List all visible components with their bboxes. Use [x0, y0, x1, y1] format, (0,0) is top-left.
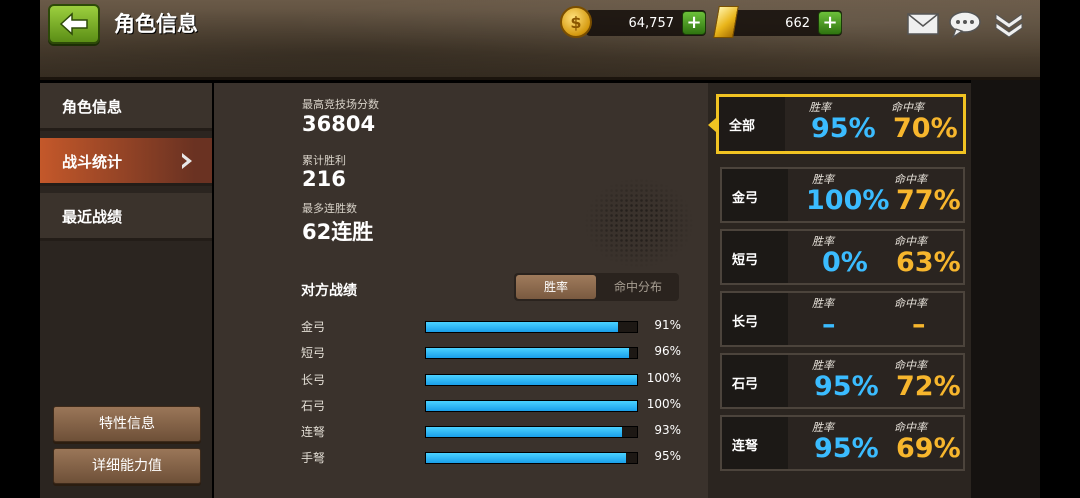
- nav-item-label: 最近战绩: [62, 208, 123, 226]
- weapon-label: 金弓: [301, 320, 326, 334]
- card-stats: 胜率 命中率 95% 70%: [785, 97, 963, 151]
- weapon-stat-card[interactable]: 石弓 胜率 命中率 95% 72%: [720, 353, 965, 409]
- add-coins-button[interactable]: +: [682, 11, 706, 35]
- weapon-label: 长弓: [301, 373, 326, 387]
- win-rate-value: 96%: [654, 344, 681, 358]
- detailed-stats-button[interactable]: 详细能力值: [53, 448, 201, 484]
- opponent-bar-row: 长弓 100%: [301, 369, 681, 389]
- win-rate-bar-track: [425, 347, 638, 359]
- win-rate-value: 91%: [654, 318, 681, 332]
- coin-icon: $: [560, 6, 592, 38]
- win-rate-value: 93%: [654, 423, 681, 437]
- opponent-bar-row: 短弓 96%: [301, 342, 681, 362]
- weapon-stat-card[interactable]: 全部 胜率 命中率 95% 70%: [716, 94, 966, 154]
- hit-rate-value: –: [912, 309, 926, 340]
- nav-item-character-info[interactable]: 角色信息: [40, 83, 212, 131]
- opponent-bar-row: 石弓 100%: [301, 395, 681, 415]
- weapon-name: 石弓: [732, 377, 759, 392]
- win-rate-bar-track: [425, 452, 638, 464]
- collapse-chevron-icon[interactable]: [992, 10, 1026, 38]
- coin-counter: 64,757 +: [586, 10, 706, 36]
- tab-hit-distribution[interactable]: 命中分布: [598, 273, 678, 301]
- win-rate-value: 95%: [811, 113, 876, 144]
- back-button[interactable]: [48, 4, 100, 44]
- win-rate-bar-fill: [426, 375, 637, 385]
- total-wins-label: 累计胜利: [302, 154, 346, 167]
- win-rate-value: –: [822, 309, 836, 340]
- weapon-label: 短弓: [301, 346, 326, 360]
- weapon-stat-card[interactable]: 连弩 胜率 命中率 95% 69%: [720, 415, 965, 471]
- weapon-label: 手弩: [301, 451, 326, 465]
- win-rate-bar-fill: [426, 322, 618, 332]
- gold-counter: 662 +: [730, 10, 842, 36]
- weapon-stat-card[interactable]: 长弓 胜率 命中率 – –: [720, 291, 965, 347]
- mail-icon[interactable]: [906, 10, 940, 38]
- page-title: 角色信息: [114, 12, 198, 36]
- add-gold-button[interactable]: +: [818, 11, 842, 35]
- win-rate-value: 95%: [654, 449, 681, 463]
- win-rate-bar-fill: [426, 453, 627, 463]
- weapon-label: 连弩: [301, 425, 326, 439]
- card-stats: 胜率 命中率 0% 63%: [788, 231, 963, 283]
- win-rate-value: 100%: [646, 371, 681, 385]
- left-letterbox: [0, 0, 40, 498]
- nav-item-battle-stats[interactable]: 战斗统计: [40, 138, 212, 186]
- selected-pointer-icon: [708, 118, 716, 132]
- win-rate-value: 100%: [806, 185, 890, 216]
- weapon-name: 连弩: [732, 439, 759, 454]
- nav-item-label: 战斗统计: [62, 153, 123, 171]
- win-rate-bar-fill: [426, 427, 623, 437]
- weapon-name: 长弓: [732, 315, 759, 330]
- opponent-record-title: 对方战绩: [301, 283, 357, 299]
- opponent-bar-row: 连弩 93%: [301, 421, 681, 441]
- win-rate-bar-track: [425, 400, 638, 412]
- win-streak-label: 最多连胜数: [302, 202, 357, 215]
- traits-button[interactable]: 特性信息: [53, 406, 201, 442]
- win-rate-value: 0%: [822, 247, 868, 278]
- chat-icon[interactable]: [948, 10, 982, 38]
- win-rate-bar-fill: [426, 348, 629, 358]
- gold-amount: 662: [785, 15, 810, 31]
- left-nav: 角色信息 战斗统计 最近战绩 特性信息 详细能力值: [40, 83, 212, 498]
- right-letterbox: [1040, 0, 1080, 498]
- win-rate-bar-fill: [426, 401, 637, 411]
- weapon-name: 短弓: [732, 253, 759, 268]
- weapon-name: 全部: [729, 119, 756, 134]
- arena-score-label: 最高竞技场分数: [302, 98, 379, 111]
- right-frame: [971, 80, 1040, 498]
- weapon-stat-card[interactable]: 金弓 胜率 命中率 100% 77%: [720, 167, 965, 223]
- hit-rate-value: 70%: [893, 113, 958, 144]
- card-stats: 胜率 命中率 100% 77%: [788, 169, 963, 221]
- weapon-name: 金弓: [732, 191, 759, 206]
- hit-rate-value: 69%: [896, 433, 961, 464]
- opponent-bar-row: 金弓 91%: [301, 316, 681, 336]
- coin-amount: 64,757: [628, 15, 675, 31]
- win-rate-bar-track: [425, 374, 638, 386]
- chevron-right-icon: [182, 153, 192, 169]
- weapon-stat-card[interactable]: 短弓 胜率 命中率 0% 63%: [720, 229, 965, 285]
- battle-stats-panel: 最高竞技场分数 36804 累计胜利 216 最多连胜数 62连胜 对方战绩 胜…: [214, 83, 708, 498]
- hit-rate-value: 77%: [896, 185, 961, 216]
- view-toggle: 胜率 命中分布: [514, 273, 679, 301]
- weapon-label: 石弓: [301, 399, 326, 413]
- nav-item-recent-results[interactable]: 最近战绩: [40, 193, 212, 241]
- nav-item-label: 角色信息: [62, 98, 123, 116]
- tab-win-rate[interactable]: 胜率: [516, 275, 596, 299]
- arena-score-value: 36804: [302, 112, 376, 136]
- win-streak-value: 62连胜: [302, 220, 374, 244]
- win-rate-value: 100%: [646, 397, 681, 411]
- hit-rate-value: 72%: [896, 371, 961, 402]
- hit-rate-value: 63%: [896, 247, 961, 278]
- weapon-cards-column: 全部 胜率 命中率 95% 70% 金弓 胜率 命中率 100% 77% 短弓 胜率 命中率 0% 63% 长…: [708, 83, 971, 498]
- back-arrow-icon: [59, 12, 88, 36]
- win-rate-bar-track: [425, 321, 638, 333]
- opponent-bar-row: 手弩 95%: [301, 447, 681, 467]
- card-stats: 胜率 命中率 – –: [788, 293, 963, 345]
- card-stats: 胜率 命中率 95% 72%: [788, 355, 963, 407]
- win-rate-value: 95%: [814, 433, 879, 464]
- win-rate-bar-track: [425, 426, 638, 438]
- win-rate-value: 95%: [814, 371, 879, 402]
- total-wins-value: 216: [302, 167, 346, 191]
- card-stats: 胜率 命中率 95% 69%: [788, 417, 963, 469]
